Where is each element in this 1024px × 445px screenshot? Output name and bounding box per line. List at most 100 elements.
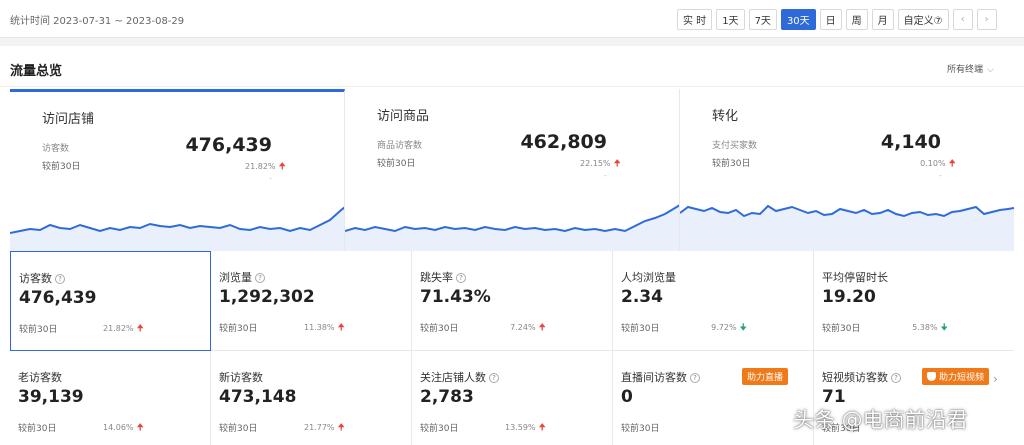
metric-compare-label: 较前30日 (18, 424, 57, 434)
metric-store-followers[interactable]: 关注店铺人数? 2,783 较前30日 13.59% 🠉 (412, 351, 613, 445)
question-circle-icon[interactable]: ? (690, 373, 700, 383)
arrow-up-icon: 🠉 (337, 323, 345, 333)
metric-value: 476,439 (19, 288, 97, 308)
chevron-right-icon[interactable]: › (993, 372, 998, 386)
time-btn-1day[interactable]: 1天 (716, 9, 745, 30)
metric-change: 7.24% 🠉 (510, 323, 546, 333)
question-circle-icon[interactable]: ? (489, 373, 499, 383)
metric-live-room-visitors[interactable]: 直播间访客数? 助力直播 0 较前30日 (613, 351, 814, 445)
metric-compare-label: 较前30日 (219, 324, 258, 334)
terminal-select[interactable]: 所有终端 ⌵ (947, 62, 994, 75)
metric-value: 2,783 (420, 387, 474, 407)
metric-compare-label: 较前30日 (19, 325, 58, 335)
boost-live-button[interactable]: 助力直播 (742, 368, 789, 385)
arrow-up-icon: 🠉 (538, 423, 546, 433)
card-title: 转化 (712, 109, 739, 124)
question-circle-icon[interactable]: ? (55, 274, 65, 284)
arrow-down-icon: 🠋 (940, 323, 948, 333)
metric-avg-pageviews[interactable]: 人均浏览量 2.34 较前30日 9.72% 🠋 (613, 251, 814, 351)
metric-bounce-rate[interactable]: 跳失率? 71.43% 较前30日 7.24% 🠉 (412, 251, 613, 351)
metric-change: 14.06% 🠉 (103, 423, 144, 433)
arrow-up-icon: 🠉 (538, 323, 546, 333)
metric-change: 5.38% 🠋 (912, 323, 948, 333)
section-title: 流量总览 (10, 64, 63, 79)
card-metric-value: 4,140 (880, 131, 941, 153)
metric-value: 473,148 (219, 387, 297, 407)
metric-compare-label: 较前30日 (420, 324, 459, 334)
sparkline-conversion (680, 204, 1014, 251)
metric-compare-label: 较前30日 (219, 424, 258, 434)
card-metric-value: 476,439 (185, 134, 272, 156)
metric-compare-label: 较前30日 (420, 424, 459, 434)
change-value: 22.15% (580, 159, 611, 168)
metric-label: 短视频访客数? (822, 369, 901, 385)
time-btn-day[interactable]: 日 (819, 9, 842, 30)
card-change: 21.82% 🠉 (245, 159, 286, 175)
question-circle-icon[interactable]: ? (255, 273, 265, 283)
metric-value: 39,139 (18, 387, 84, 407)
metric-label: 跳失率? (420, 269, 466, 285)
time-btn-week[interactable]: 周 (845, 9, 868, 30)
time-btn-7days[interactable]: 7天 (748, 9, 777, 30)
metric-label: 老访客数 (18, 371, 62, 384)
metric-pageviews[interactable]: 浏览量? 1,292,302 较前30日 11.38% 🠉 (211, 251, 412, 351)
card-change: 22.15% 🠉 (580, 156, 621, 172)
time-btn-custom[interactable]: 自定义⑦ (897, 9, 949, 30)
overview-card-product[interactable]: 访问商品 商品访客数 462,809 较前30日 22.15% 🠉 - (345, 89, 680, 251)
metric-compare-label: 较前30日 (621, 424, 660, 434)
card-compare-label: 较前30日 (42, 162, 81, 172)
metric-change: 11.38% 🠉 (304, 323, 345, 333)
metric-label: 访客数? (19, 270, 65, 286)
metric-label: 新访客数 (219, 371, 263, 384)
card-metric-label: 商品访客数 (377, 141, 423, 151)
prev-period-button[interactable]: ‹ (952, 9, 973, 30)
chevron-down-icon: ⌵ (987, 65, 994, 75)
metric-value: 2.34 (621, 287, 663, 307)
time-btn-30days[interactable]: 30天 (780, 9, 816, 30)
shield-icon (927, 372, 936, 381)
traffic-overview-panel: 流量总览 所有终端 ⌵ 访问店铺 访客数 476,439 较前30日 21.82%… (0, 46, 1024, 445)
card-compare-label: 较前30日 (712, 159, 751, 169)
metric-visitors[interactable]: 访客数? 476,439 较前30日 21.82% 🠉 (10, 251, 211, 351)
card-title: 访问商品 (377, 109, 430, 124)
change-value: 21.82% (245, 162, 276, 171)
card-title: 访问店铺 (42, 112, 95, 127)
watermark: 头条 @电商前沿君 (793, 408, 968, 432)
arrow-up-icon: 🠉 (948, 159, 956, 169)
metric-avg-stay-time[interactable]: 平均停留时长 19.20 较前30日 5.38% 🠋 (814, 251, 1014, 351)
metric-label: 直播间访客数? (621, 369, 700, 385)
card-dash: - (939, 171, 942, 180)
sparkline-product (345, 204, 679, 251)
metric-compare-label: 较前30日 (621, 324, 660, 334)
metric-value: 19.20 (822, 287, 876, 307)
change-value: 0.10% (920, 159, 946, 168)
overview-card-store[interactable]: 访问店铺 访客数 476,439 较前30日 21.82% 🠉 - (10, 89, 345, 251)
metric-label: 浏览量? (219, 269, 265, 285)
metric-label: 平均停留时长 (822, 271, 888, 284)
stat-period: 统计时间 2023-07-31 ~ 2023-08-29 (10, 16, 185, 27)
metric-change: 13.59% 🠉 (505, 423, 546, 433)
time-btn-month[interactable]: 月 (871, 9, 894, 30)
metric-change: 21.82% 🠉 (103, 324, 144, 334)
boost-short-video-button[interactable]: 助力短视频 (922, 368, 990, 385)
metric-label: 人均浏览量 (621, 271, 676, 284)
arrow-up-icon: 🠉 (136, 324, 144, 334)
overview-card-conversion[interactable]: 转化 支付买家数 4,140 较前30日 0.10% 🠉 - (680, 89, 1014, 251)
sparkline-store (10, 206, 344, 251)
metric-value: 1,292,302 (219, 287, 315, 307)
divider (0, 86, 1024, 87)
next-period-button[interactable]: › (976, 9, 997, 30)
metric-value: 0 (621, 387, 633, 407)
time-range-selector: 实 时 1天 7天 30天 日 周 月 自定义⑦ ‹ › (677, 9, 997, 30)
metric-new-visitors[interactable]: 新访客数 473,148 较前30日 21.77% 🠉 (211, 351, 412, 445)
arrow-up-icon: 🠉 (136, 423, 144, 433)
top-bar: 统计时间 2023-07-31 ~ 2023-08-29 实 时 1天 7天 3… (0, 0, 1024, 38)
card-change: 0.10% 🠉 (920, 156, 956, 172)
metric-label: 关注店铺人数? (420, 369, 499, 385)
card-metric-label: 支付买家数 (712, 141, 758, 151)
card-dash: - (604, 171, 607, 180)
time-btn-realtime[interactable]: 实 时 (677, 9, 713, 30)
question-circle-icon[interactable]: ? (891, 373, 901, 383)
metric-returning-visitors[interactable]: 老访客数 39,139 较前30日 14.06% 🠉 (10, 351, 211, 445)
question-circle-icon[interactable]: ? (456, 273, 466, 283)
